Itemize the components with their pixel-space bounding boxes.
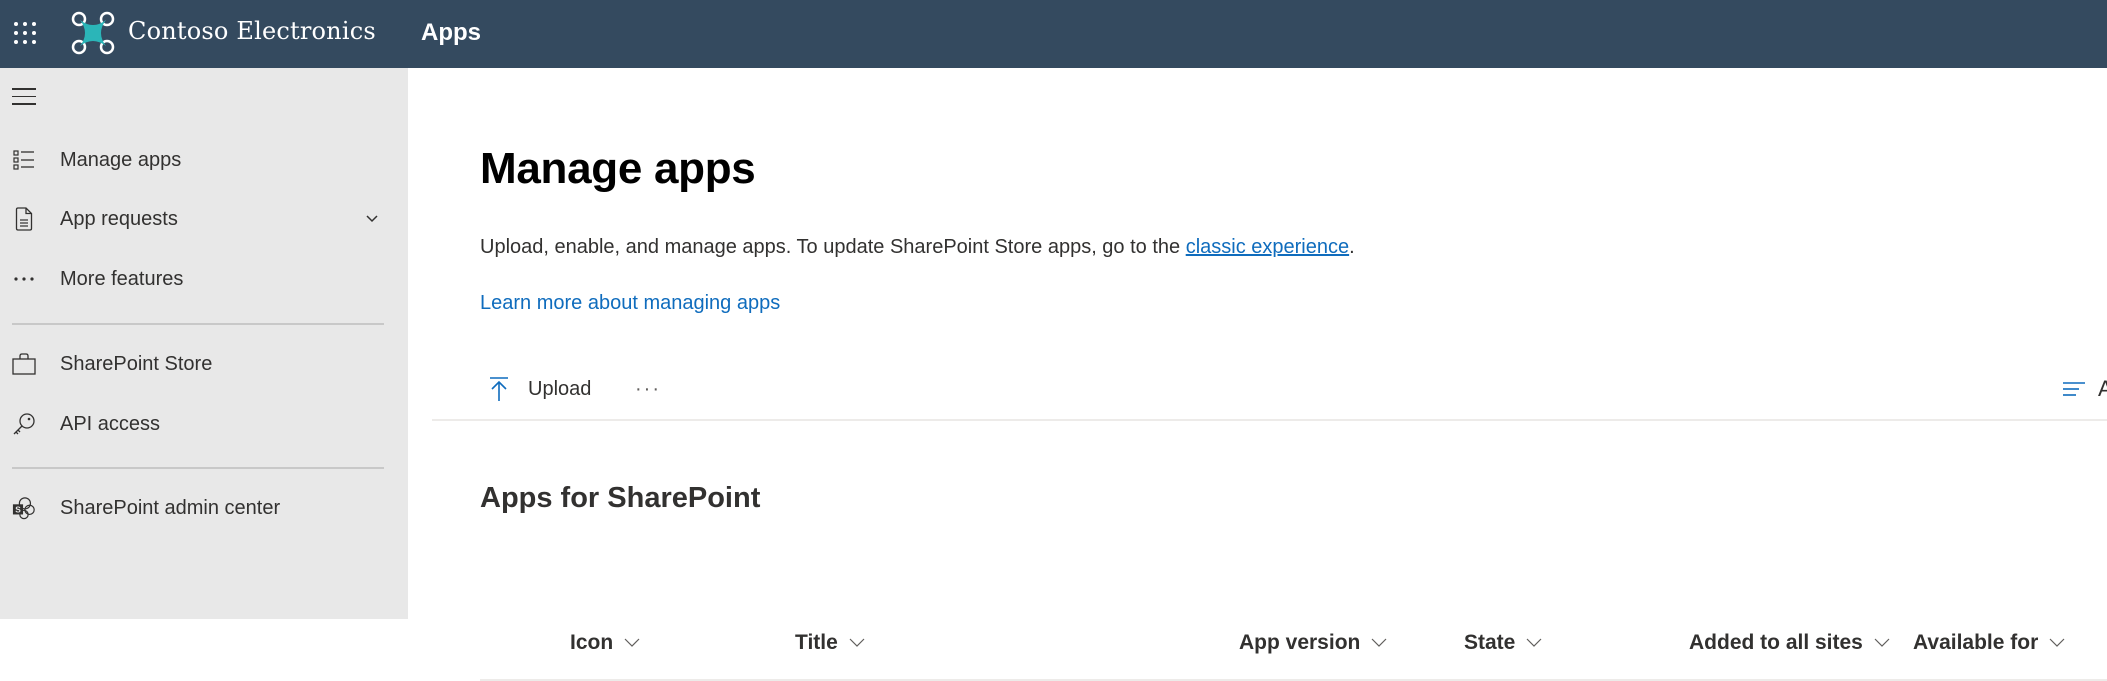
sidebar-divider (12, 323, 384, 325)
description-suffix: . (1349, 236, 1355, 258)
chevron-down-icon (1526, 638, 1542, 647)
description-text: Upload, enable, and manage apps. To upda… (480, 236, 1186, 258)
learn-more-link[interactable]: Learn more about managing apps (480, 292, 780, 315)
sidebar-item-label: Manage apps (60, 148, 182, 171)
bulleted-list-icon (12, 148, 36, 172)
column-header-title[interactable]: Title (795, 631, 866, 655)
page-description: Upload, enable, and manage apps. To upda… (480, 236, 1355, 259)
main-content: Manage apps Upload, enable, and manage a… (408, 68, 2107, 681)
chevron-down-icon (624, 638, 640, 647)
svg-text:S: S (15, 505, 21, 515)
column-label: Icon (570, 631, 614, 654)
sidebar-item-label: SharePoint Store (60, 352, 213, 375)
sidebar-divider (12, 467, 384, 469)
page-title: Manage apps (480, 144, 756, 193)
column-label: Title (795, 631, 838, 654)
column-header-app-version[interactable]: App version (1239, 631, 1388, 655)
view-selector-button[interactable]: Ap (2062, 372, 2107, 406)
more-actions-button[interactable]: ··· (628, 372, 668, 406)
sidebar-item-manage-apps[interactable]: Manage apps (0, 136, 408, 184)
upload-arrow-icon (490, 377, 508, 401)
view-label: Ap (2098, 376, 2107, 401)
sidebar-item-label: More features (60, 267, 184, 290)
more-icon (12, 267, 36, 291)
view-list-icon (2063, 382, 2085, 396)
chevron-down-icon (1874, 638, 1890, 647)
chevron-down-icon (1371, 638, 1387, 647)
sidebar-item-more-features[interactable]: More features (0, 255, 408, 303)
brand-name[interactable]: Contoso Electronics (128, 17, 376, 45)
sidebar-item-app-requests[interactable]: App requests (0, 195, 408, 243)
column-header-added-to-all-sites[interactable]: Added to all sites (1689, 631, 1891, 655)
column-label: Added to all sites (1689, 631, 1863, 654)
apps-table-header: Icon Title App version State Added to al… (480, 611, 2107, 681)
hamburger-icon[interactable] (12, 88, 36, 108)
chevron-down-icon (2049, 638, 2065, 647)
top-bar: Contoso Electronics Apps (0, 0, 2107, 68)
command-bar: Upload ··· Ap (432, 358, 2107, 421)
sidebar-item-sharepoint-admin-center[interactable]: S SharePoint admin center (0, 484, 408, 532)
classic-experience-link[interactable]: classic experience (1186, 236, 1349, 258)
column-header-state[interactable]: State (1464, 631, 1543, 655)
app-title[interactable]: Apps (421, 19, 481, 47)
shopping-bag-icon (12, 352, 36, 376)
key-icon (12, 412, 36, 436)
upload-label: Upload (528, 377, 592, 400)
column-label: Available for (1913, 631, 2039, 654)
contoso-logo-icon[interactable] (70, 10, 116, 56)
sidebar-item-label: App requests (60, 207, 178, 230)
sidebar-item-label: SharePoint admin center (60, 496, 281, 519)
sidebar-item-label: API access (60, 412, 161, 435)
chevron-down-icon[interactable] (362, 209, 382, 229)
column-label: App version (1239, 631, 1361, 654)
column-header-available-for[interactable]: Available for (1913, 631, 2066, 655)
left-navigation: Manage apps App requests More features S… (0, 68, 408, 619)
section-title: Apps for SharePoint (480, 482, 761, 514)
chevron-down-icon (849, 638, 865, 647)
upload-button[interactable]: Upload (488, 372, 591, 406)
app-launcher-icon[interactable] (12, 20, 36, 44)
sidebar-item-sharepoint-store[interactable]: SharePoint Store (0, 340, 408, 388)
sharepoint-logo-icon: S (12, 496, 36, 520)
sidebar-item-api-access[interactable]: API access (0, 400, 408, 448)
column-label: State (1464, 631, 1516, 654)
document-icon (12, 207, 36, 231)
column-header-icon[interactable]: Icon (570, 631, 641, 655)
